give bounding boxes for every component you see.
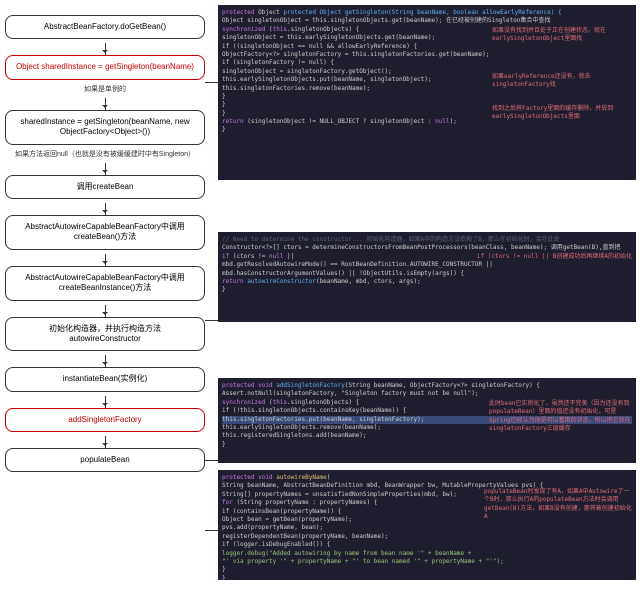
code-line: if (ctors != null || if (ctors != null |… <box>222 253 632 261</box>
code-line: mbd.getResolvedAutowireMode() == RootBea… <box>222 261 632 269</box>
annotation: 如果earlyReference还没有，就去singletonFactory找 <box>492 73 632 90</box>
node-createbean: 调用createBean <box>5 175 205 199</box>
connector-line <box>205 530 218 531</box>
code-line: } <box>222 566 632 574</box>
node-createbeaninstance: AbstractAutowireCapableBeanFactory中调用cre… <box>5 266 205 301</box>
code-constructor: // Need to determine the constructor... … <box>218 232 636 322</box>
annotation: populateBean时发现了有A，如果A中Autowire了一个B时，那么执… <box>484 488 634 522</box>
node-dogetbean: AbstractBeanFactory.doGetBean() <box>5 15 205 39</box>
code-line: if (logger.isDebugEnabled()) { <box>222 541 632 549</box>
code-line: mbd.hasConstructorArgumentValues() || !O… <box>222 270 632 278</box>
code-line: protected Object getSingleton(String bea… <box>283 9 561 16</box>
arrow <box>105 163 106 175</box>
node-populatebean: populateBean <box>5 448 205 472</box>
code-addsingletonfactory: protected void addSingletonFactory(Strin… <box>218 378 636 463</box>
node-instantiatebean: instantiateBean(实例化) <box>5 367 205 391</box>
code-line: } <box>222 126 632 134</box>
code-line: } <box>222 286 632 294</box>
connector-line <box>205 320 218 321</box>
code-line: protected void autowireByName( <box>222 474 632 482</box>
annotation: 此时bean已实例化了，虽然还不完美（因为还没有到populateBean）里面… <box>489 400 634 434</box>
arrow <box>105 98 106 110</box>
node-getsingleton: Object sharedInstance = getSingleton(bea… <box>5 55 205 79</box>
connector-line <box>205 460 218 461</box>
code-line: registerDependentBean(propertyName, bean… <box>222 533 632 541</box>
code-line: Constructor<?>[] ctors = determineConstr… <box>222 244 632 252</box>
code-line: pvs.add(propertyName, bean); <box>222 524 632 532</box>
arrow <box>105 396 106 408</box>
annotation: 找到之后将Factory里面的缓存删除，并放到earlySingletonObj… <box>492 105 632 122</box>
node-sharedinstance: sharedInstance = getSingleton(beanName, … <box>5 110 205 145</box>
flowchart-column: AbstractBeanFactory.doGetBean() Object s… <box>5 15 205 476</box>
code-line: } <box>222 441 632 449</box>
code-line: return autowireConstructor(beanName, mbd… <box>222 278 632 286</box>
code-line: if (singletonFactory != null) { <box>222 59 632 67</box>
arrow <box>105 355 106 367</box>
code-autowirebyname: protected void autowireByName( String be… <box>218 470 636 580</box>
code-line: } <box>222 575 632 580</box>
annotation: 如果没有找到并且处于正在创建状态，就在earlySingletonObject里… <box>492 27 632 44</box>
arrow <box>105 436 106 448</box>
code-line: } <box>222 93 632 101</box>
node-autowireconstructor: 初始化构造器，并执行构造方法 autowireConstructor <box>5 317 205 352</box>
code-line: Assert.notNull(singletonFactory, "Single… <box>222 390 632 398</box>
arrow <box>105 203 106 215</box>
code-line: if ((singletonObject == null && allowEar… <box>222 43 632 51</box>
note-returnnull: 如果方法返回null（也就是没有被缓缓建时中有Singleton） <box>5 149 205 159</box>
code-line: ObjectFactory<?> singletonFactory = this… <box>222 51 632 59</box>
code-line: Object singletonObject = this.singletonO… <box>222 17 632 25</box>
arrow <box>105 43 106 55</box>
node-addsingletonfactory: addSingletonFactory <box>5 408 205 432</box>
note-singleton: 如果是单例的 <box>5 84 205 94</box>
arrow <box>105 254 106 266</box>
node-abstractcreatebean: AbstractAutowireCapableBeanFactory中调用cre… <box>5 215 205 250</box>
code-getsingleton: protected Object protected Object getSin… <box>218 5 636 180</box>
code-line: logger.debug("Added autowiring by name f… <box>222 550 632 558</box>
arrow <box>105 305 106 317</box>
code-line: protected void addSingletonFactory(Strin… <box>222 382 632 390</box>
code-line: "' via property '" + propertyName + "' t… <box>222 558 632 566</box>
connector-line <box>205 82 218 83</box>
code-line: this.registeredSingletons.add(beanName); <box>222 432 632 440</box>
